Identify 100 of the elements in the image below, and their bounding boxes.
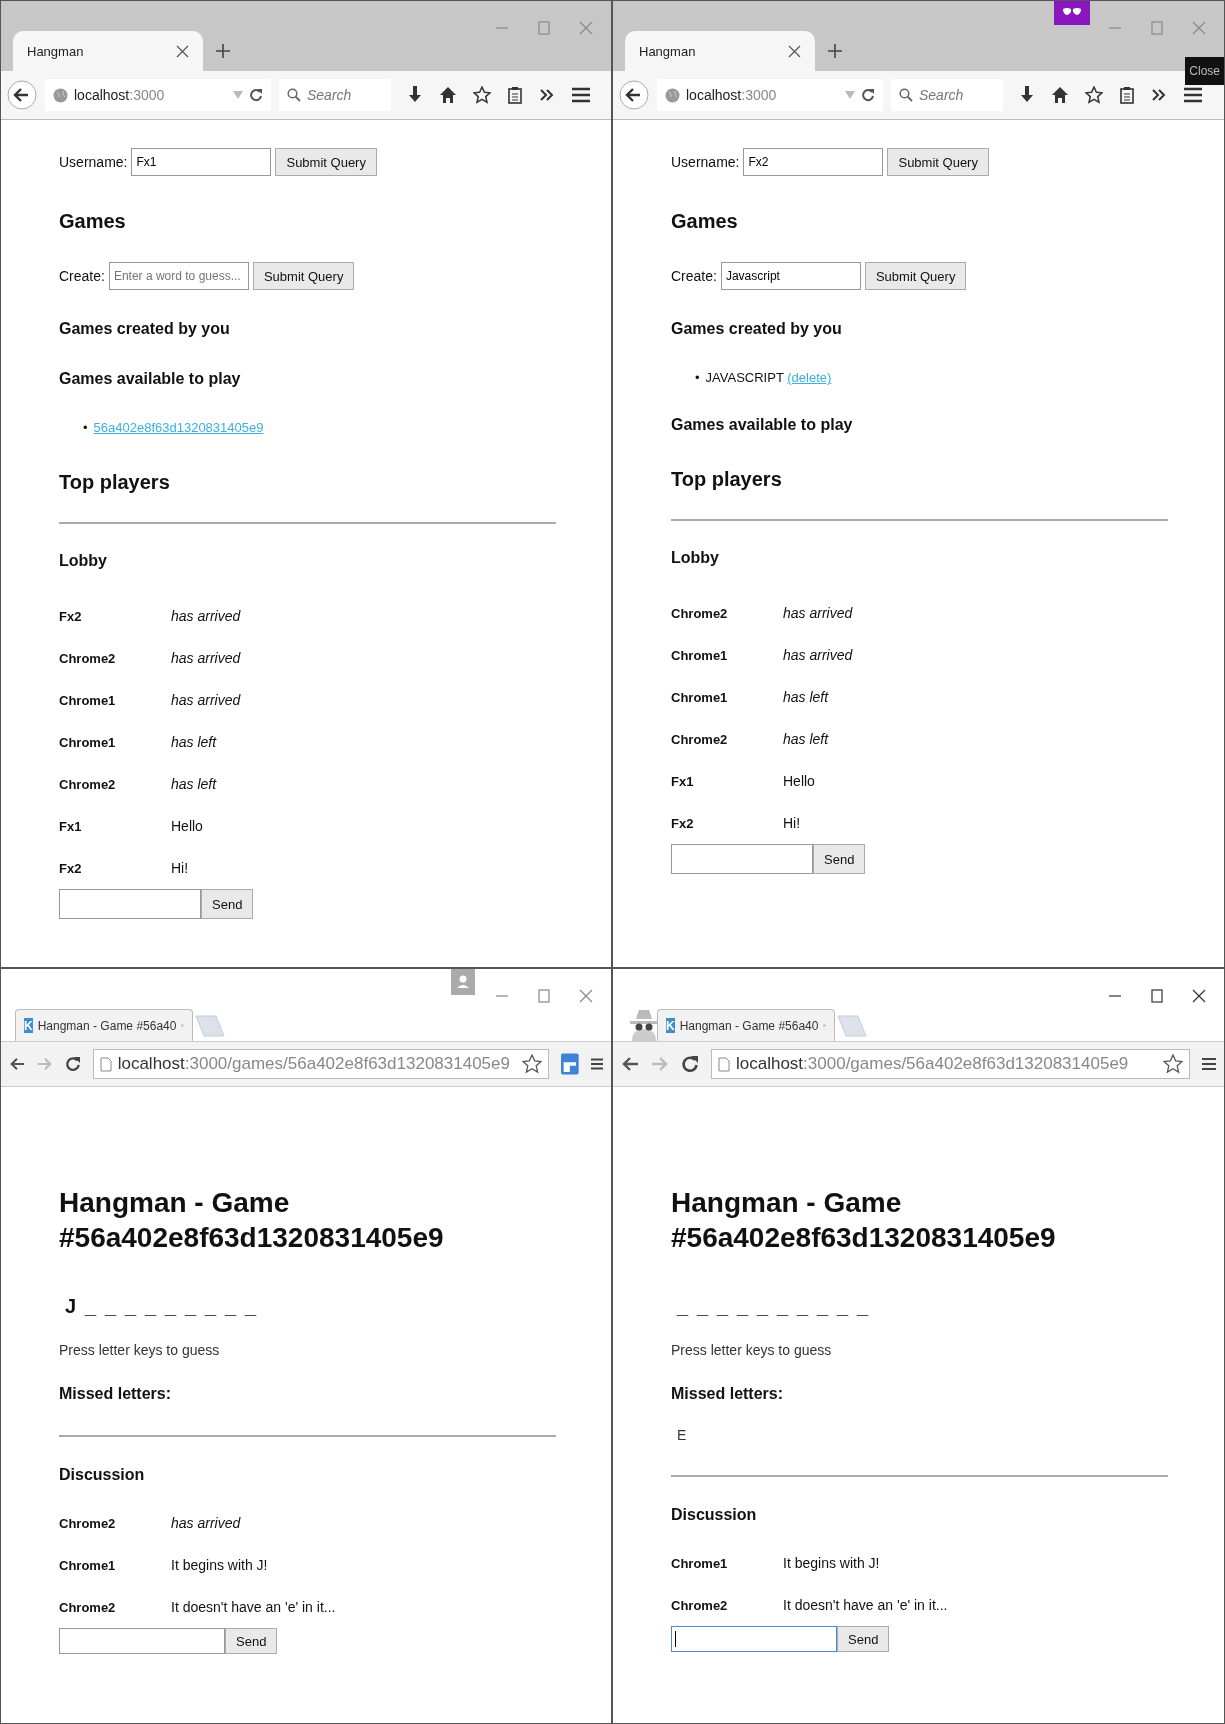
favicon: K xyxy=(24,1018,33,1033)
star-icon[interactable] xyxy=(473,86,491,104)
word-letter: _ xyxy=(777,1295,790,1318)
chat-input[interactable] xyxy=(59,889,201,919)
close-tab-icon[interactable] xyxy=(176,44,189,58)
menu-icon[interactable] xyxy=(1202,1056,1216,1072)
back-icon[interactable] xyxy=(621,1056,639,1072)
chat-message: Hello xyxy=(783,773,816,789)
bullet: • xyxy=(83,420,88,435)
section-heading: Lobby xyxy=(671,548,720,567)
section-heading: Games available to play xyxy=(671,415,854,434)
favicon: K xyxy=(666,1018,675,1033)
chat-event: has arrived xyxy=(171,692,242,708)
chat-username: Chrome2 xyxy=(59,650,117,666)
word-field[interactable]: Enter a word to guess... xyxy=(108,262,249,290)
browser-tab[interactable]: K Hangman - Game #56a40 xyxy=(657,1009,835,1041)
word-letter: _ xyxy=(245,1295,258,1318)
menu-icon[interactable] xyxy=(590,1056,603,1072)
word-letter: _ xyxy=(757,1295,770,1318)
close-icon[interactable] xyxy=(1192,989,1206,1003)
section-heading: Missed letters: xyxy=(671,1384,785,1403)
browser-tab[interactable]: K Hangman - Game #56a40 xyxy=(15,1009,193,1041)
download-icon[interactable] xyxy=(1019,86,1035,104)
chat-message: Hello xyxy=(171,818,204,834)
text-cursor xyxy=(675,1631,676,1647)
search-field[interactable]: Search xyxy=(279,79,391,111)
maximize-icon[interactable] xyxy=(1150,989,1164,1003)
reload-icon[interactable] xyxy=(861,88,875,102)
chat-username: Fx1 xyxy=(671,773,695,789)
send-button[interactable]: Send xyxy=(837,1626,890,1652)
page-icon xyxy=(718,1056,730,1072)
clipboard-icon[interactable] xyxy=(507,86,523,104)
globe-icon xyxy=(53,87,68,103)
reload-icon[interactable] xyxy=(249,88,263,102)
game-title: Hangman - Game #56a402e8f63d1320831405e9 xyxy=(671,1186,1057,1255)
search-icon xyxy=(899,88,913,102)
close-tab-icon[interactable] xyxy=(788,44,801,58)
address-bar[interactable]: localhost:3000/games/56a402e8f63d1320831405e9 xyxy=(711,1049,1190,1079)
back-icon[interactable] xyxy=(9,1056,25,1072)
submit-button[interactable]: Submit Query xyxy=(252,262,355,290)
star-icon[interactable] xyxy=(1163,1054,1183,1074)
chat-message: It doesn't have an 'e' in it... xyxy=(171,1599,337,1615)
address-bar[interactable]: localhost:3000 xyxy=(45,79,271,111)
extension-icon[interactable] xyxy=(561,1052,579,1076)
submit-button[interactable]: Submit Query xyxy=(864,262,967,290)
home-icon[interactable] xyxy=(1051,86,1069,104)
overflow-icon[interactable] xyxy=(1151,88,1167,102)
chat-username: Fx2 xyxy=(59,860,83,876)
submit-button[interactable]: Submit Query xyxy=(887,148,989,176)
word-letter: _ xyxy=(697,1295,710,1318)
chat-input[interactable] xyxy=(59,1628,225,1654)
chat-username: Chrome2 xyxy=(59,1599,117,1615)
chat-message: It begins with J! xyxy=(783,1555,881,1571)
address-bar[interactable]: localhost:3000/games/56a402e8f63d1320831405e9 xyxy=(92,1049,549,1079)
chat-input[interactable] xyxy=(671,1626,837,1652)
word-letter: _ xyxy=(717,1295,730,1318)
word-letter: _ xyxy=(125,1295,138,1318)
url-text: localhost:3000/games/56a402e8f63d1320831405e9 xyxy=(117,1054,510,1074)
browser-tab[interactable]: Hangman xyxy=(13,31,203,71)
username-field[interactable]: Fx1 xyxy=(131,148,272,176)
back-icon[interactable] xyxy=(619,80,649,110)
word-field[interactable]: Javascript xyxy=(720,262,861,290)
chat-input[interactable] xyxy=(671,844,813,874)
reload-icon[interactable] xyxy=(64,1055,81,1073)
back-icon[interactable] xyxy=(7,80,37,110)
section-heading: Missed letters: xyxy=(59,1384,173,1403)
chat-message: It begins with J! xyxy=(171,1557,269,1573)
instruction-text: Press letter keys to guess xyxy=(59,1342,221,1358)
send-button[interactable]: Send xyxy=(225,1628,278,1654)
reload-icon[interactable] xyxy=(681,1055,699,1073)
chat-event: has left xyxy=(783,731,830,747)
address-bar[interactable]: localhost:3000 xyxy=(657,79,883,111)
menu-icon[interactable] xyxy=(571,86,591,104)
home-icon[interactable] xyxy=(439,86,457,104)
url-text: localhost:3000/games/56a402e8f63d1320831405e9 xyxy=(736,1054,1129,1074)
download-icon[interactable] xyxy=(407,86,423,104)
clipboard-icon[interactable] xyxy=(1119,86,1135,104)
new-tab-icon[interactable] xyxy=(827,43,843,59)
chat-username: Chrome2 xyxy=(671,605,729,621)
menu-icon[interactable] xyxy=(1183,86,1203,104)
send-button[interactable]: Send xyxy=(813,844,866,874)
section-heading: Top players xyxy=(671,467,783,491)
globe-icon xyxy=(665,87,680,103)
forward-icon xyxy=(36,1056,53,1072)
overflow-icon[interactable] xyxy=(539,88,555,102)
new-tab-icon[interactable] xyxy=(215,43,231,59)
star-icon[interactable] xyxy=(1085,86,1103,104)
chat-username: Fx2 xyxy=(671,815,695,831)
send-button[interactable]: Send xyxy=(201,889,254,919)
forward-icon xyxy=(651,1056,669,1072)
browser-tab[interactable]: Hangman xyxy=(625,31,815,71)
username-field[interactable]: Fx2 xyxy=(743,148,884,176)
chat-username: Chrome2 xyxy=(59,776,117,792)
star-icon[interactable] xyxy=(522,1054,542,1074)
submit-button[interactable]: Submit Query xyxy=(275,148,377,176)
chat-event: has arrived xyxy=(783,605,854,621)
search-field[interactable]: Search xyxy=(891,79,1003,111)
chat-event: has arrived xyxy=(171,608,242,624)
section-heading: Games xyxy=(59,209,127,233)
chat-event: has left xyxy=(171,776,218,792)
